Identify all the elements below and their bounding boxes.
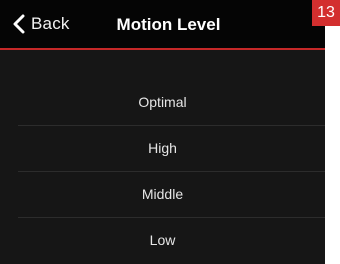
- motion-level-screen: Back Motion Level Optimal High Middle Lo…: [0, 0, 325, 264]
- option-optimal[interactable]: Optimal: [18, 80, 325, 126]
- navigation-bar: Back Motion Level: [0, 0, 325, 50]
- motion-level-options: Optimal High Middle Low: [0, 80, 325, 263]
- option-high[interactable]: High: [18, 126, 325, 172]
- page-title: Motion Level: [116, 15, 221, 34]
- option-middle[interactable]: Middle: [18, 172, 325, 218]
- option-low[interactable]: Low: [18, 218, 325, 263]
- step-number-badge: 13: [312, 0, 340, 26]
